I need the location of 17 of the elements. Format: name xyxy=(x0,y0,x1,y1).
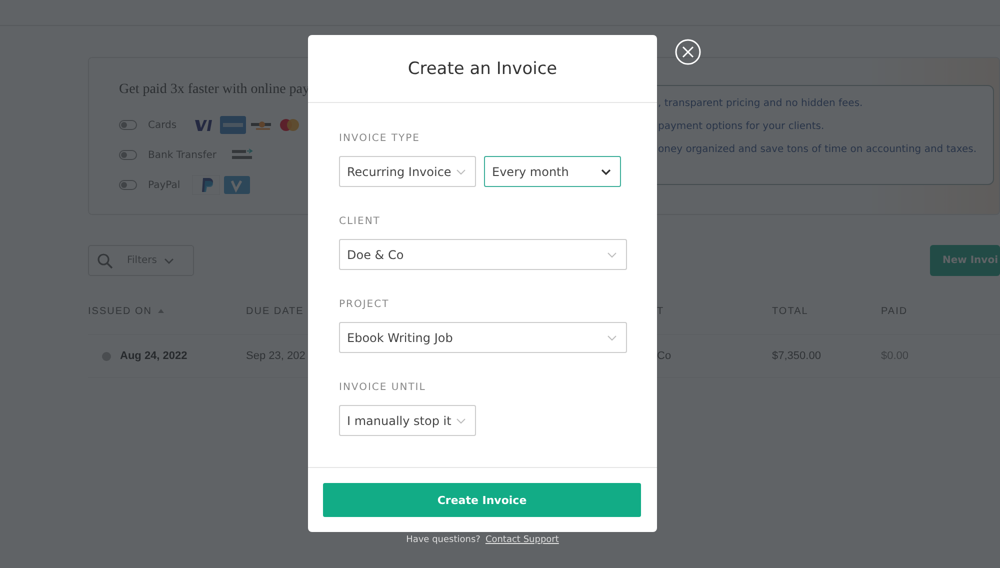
field-label: CLIENT xyxy=(339,215,382,229)
select-field[interactable]: Doe & Co xyxy=(339,239,627,270)
select-field[interactable]: I manually stop it xyxy=(339,405,476,436)
help-text: Have questions? xyxy=(406,535,480,545)
create-invoice-button[interactable]: Create Invoice xyxy=(323,483,641,517)
field-label: INVOICE UNTIL xyxy=(339,381,427,395)
benefit-text: oney organized and save tons of time on accounting and taxes. xyxy=(658,143,978,157)
select-field[interactable]: Every month xyxy=(484,156,621,187)
field-label: INVOICE TYPE xyxy=(339,132,421,146)
field-label: PROJECT xyxy=(339,298,390,312)
select-field[interactable]: Recurring Invoice xyxy=(339,156,476,187)
table-cell: Aug 24, 2022 xyxy=(120,350,188,362)
benefit-text: , transparent pricing and no hidden fees. xyxy=(658,97,864,111)
dialog-title: Create an Invoice xyxy=(408,58,558,78)
contact-support-link[interactable]: Contact Support xyxy=(485,535,559,545)
select-field[interactable]: Ebook Writing Job xyxy=(339,322,627,353)
benefit-text: payment options for your clients. xyxy=(658,120,826,134)
